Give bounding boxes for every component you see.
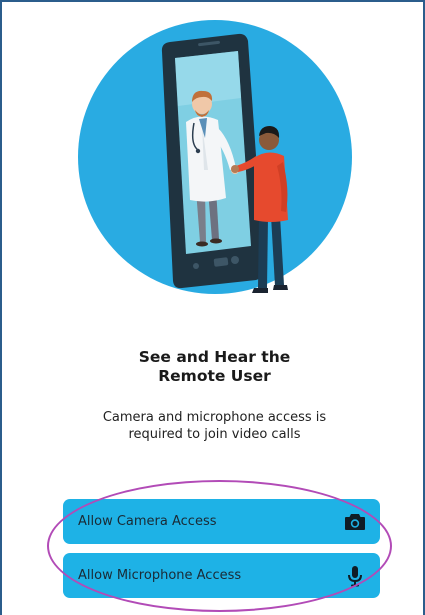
permission-screen: See and Hear the Remote User Camera and …: [0, 0, 425, 615]
allow-camera-label: Allow Camera Access: [78, 514, 217, 529]
title-line-2: Remote User: [158, 367, 271, 385]
allow-microphone-button[interactable]: Allow Microphone Access: [63, 553, 380, 598]
allow-camera-button[interactable]: Allow Camera Access: [63, 499, 380, 544]
telehealth-illustration: [78, 20, 352, 294]
permission-description: Camera and microphone access is required…: [2, 409, 423, 443]
page-title: See and Hear the Remote User: [2, 348, 423, 386]
allow-microphone-label: Allow Microphone Access: [78, 568, 242, 583]
camera-icon: [343, 510, 367, 534]
microphone-icon: [343, 564, 367, 588]
title-line-1: See and Hear the: [138, 348, 291, 366]
description-line-2: required to join video calls: [128, 427, 301, 442]
description-line-1: Camera and microphone access is: [102, 410, 327, 425]
